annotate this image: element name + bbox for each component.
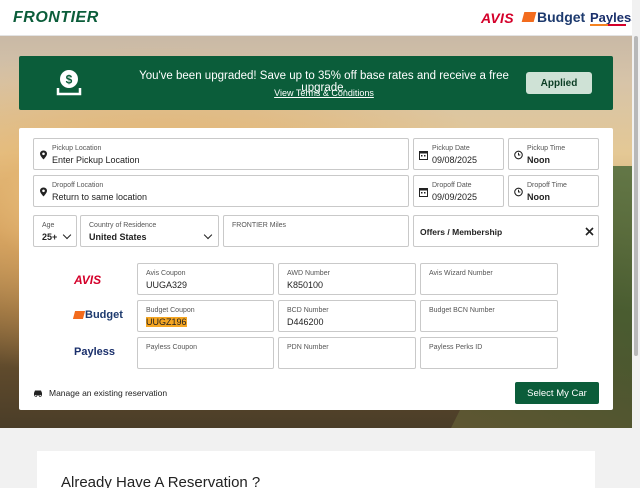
country-value: United States (89, 232, 147, 242)
dollar-tray-icon: $ (56, 70, 82, 96)
budget-mark-icon (521, 12, 537, 22)
dropoff-time-value[interactable]: Noon (527, 192, 550, 202)
reservation-heading: Already Have A Reservation ? (61, 474, 261, 488)
avis-coupon-label: Avis Coupon (146, 270, 186, 277)
bcd-number-label: BCD Number (287, 307, 329, 314)
budget-bcn-field[interactable]: Budget BCN Number (420, 300, 558, 332)
upgrade-banner: $ You've been upgraded! Save up to 35% o… (19, 56, 613, 110)
dropoff-date-value[interactable]: 09/09/2025 (432, 192, 477, 202)
scrollbar-thumb[interactable] (634, 36, 638, 356)
chevron-down-icon (203, 230, 213, 240)
manage-reservation-label: Manage an existing reservation (49, 388, 168, 398)
chevron-down-icon (62, 230, 72, 240)
budget-mark-icon (72, 311, 86, 319)
avis-brand-logo[interactable]: AVIS (481, 10, 514, 26)
pdn-number-field[interactable]: PDN Number (278, 337, 416, 369)
close-icon[interactable] (585, 227, 594, 236)
awd-number-field[interactable]: AWD Number K850100 (278, 263, 416, 295)
pickup-location-label: Pickup Location (52, 145, 102, 152)
pickup-date-label: Pickup Date (432, 145, 470, 152)
payless-logo: Payless (74, 346, 115, 358)
budget-coupon-label: Budget Coupon (146, 307, 195, 314)
select-my-car-button[interactable]: Select My Car (515, 382, 599, 404)
frontier-miles-label: FRONTIER Miles (232, 222, 287, 229)
country-label: Country of Residence (89, 222, 157, 229)
pdn-number-label: PDN Number (287, 344, 329, 351)
location-pin-icon (40, 187, 47, 197)
offers-membership-label: Offers / Membership (420, 227, 503, 237)
location-pin-icon (40, 150, 47, 160)
budget-logo: Budget (72, 309, 123, 321)
pickup-time-label: Pickup Time (527, 145, 566, 152)
top-bar: FRONTIER AVIS Budget Payless (0, 0, 638, 36)
payless-coupon-label: Payless Coupon (146, 344, 197, 351)
avis-wizard-field[interactable]: Avis Wizard Number (420, 263, 558, 295)
clock-icon (514, 150, 523, 160)
age-select[interactable]: Age 25+ (33, 215, 77, 247)
pickup-location-field[interactable]: Pickup Location Enter Pickup Location (33, 138, 409, 170)
budget-coupon-input[interactable]: UUGZ196 (146, 317, 187, 327)
payless-perks-field[interactable]: Payless Perks ID (420, 337, 558, 369)
calendar-icon (419, 188, 428, 197)
dropoff-date-label: Dropoff Date (432, 182, 472, 189)
age-label: Age (42, 222, 55, 229)
budget-brand-logo[interactable]: Budget (521, 9, 586, 25)
payless-coupon-field[interactable]: Payless Coupon (137, 337, 274, 369)
pickup-time-value[interactable]: Noon (527, 155, 550, 165)
offers-membership-toggle[interactable]: Offers / Membership (413, 215, 599, 247)
payless-perks-label: Payless Perks ID (429, 344, 483, 351)
payless-underline (590, 24, 626, 26)
dropoff-location-input[interactable]: Return to same location (52, 192, 147, 202)
frontier-miles-field[interactable]: FRONTIER Miles (223, 215, 409, 247)
dropoff-date-field[interactable]: Dropoff Date 09/09/2025 (413, 175, 504, 207)
dropoff-time-label: Dropoff Time (527, 182, 567, 189)
pickup-location-input[interactable]: Enter Pickup Location (52, 155, 140, 165)
clock-icon (514, 187, 523, 197)
avis-coupon-field[interactable]: Avis Coupon UUGA329 (137, 263, 274, 295)
bcd-number-field[interactable]: BCD Number D446200 (278, 300, 416, 332)
svg-text:$: $ (66, 73, 73, 87)
booking-form: Pickup Location Enter Pickup Location Pi… (19, 128, 613, 410)
pickup-time-field[interactable]: Pickup Time Noon (508, 138, 599, 170)
avis-logo: AVIS (74, 273, 102, 287)
selected-text-highlight: UUGZ196 (146, 317, 187, 327)
age-value: 25+ (42, 232, 58, 242)
frontier-logo[interactable]: FRONTIER (13, 9, 99, 27)
dropoff-location-label: Dropoff Location (52, 182, 104, 189)
budget-logo-text: Budget (85, 309, 123, 321)
avis-wizard-label: Avis Wizard Number (429, 270, 493, 277)
car-icon (34, 390, 42, 397)
budget-bcn-label: Budget BCN Number (429, 307, 495, 314)
applied-button[interactable]: Applied (526, 72, 592, 94)
bcd-number-input[interactable]: D446200 (287, 317, 324, 327)
country-select[interactable]: Country of Residence United States (80, 215, 219, 247)
pickup-date-value[interactable]: 09/08/2025 (432, 155, 477, 165)
avis-coupon-input[interactable]: UUGA329 (146, 280, 187, 290)
budget-brand-text: Budget (537, 9, 586, 25)
calendar-icon (419, 151, 428, 160)
awd-number-label: AWD Number (287, 270, 330, 277)
terms-link[interactable]: View Terms & Conditions (129, 88, 519, 98)
pickup-date-field[interactable]: Pickup Date 09/08/2025 (413, 138, 504, 170)
dropoff-time-field[interactable]: Dropoff Time Noon (508, 175, 599, 207)
awd-number-input[interactable]: K850100 (287, 280, 323, 290)
dropoff-location-field[interactable]: Dropoff Location Return to same location (33, 175, 409, 207)
budget-coupon-field[interactable]: Budget Coupon UUGZ196 (137, 300, 274, 332)
manage-reservation-link[interactable]: Manage an existing reservation (33, 388, 167, 398)
